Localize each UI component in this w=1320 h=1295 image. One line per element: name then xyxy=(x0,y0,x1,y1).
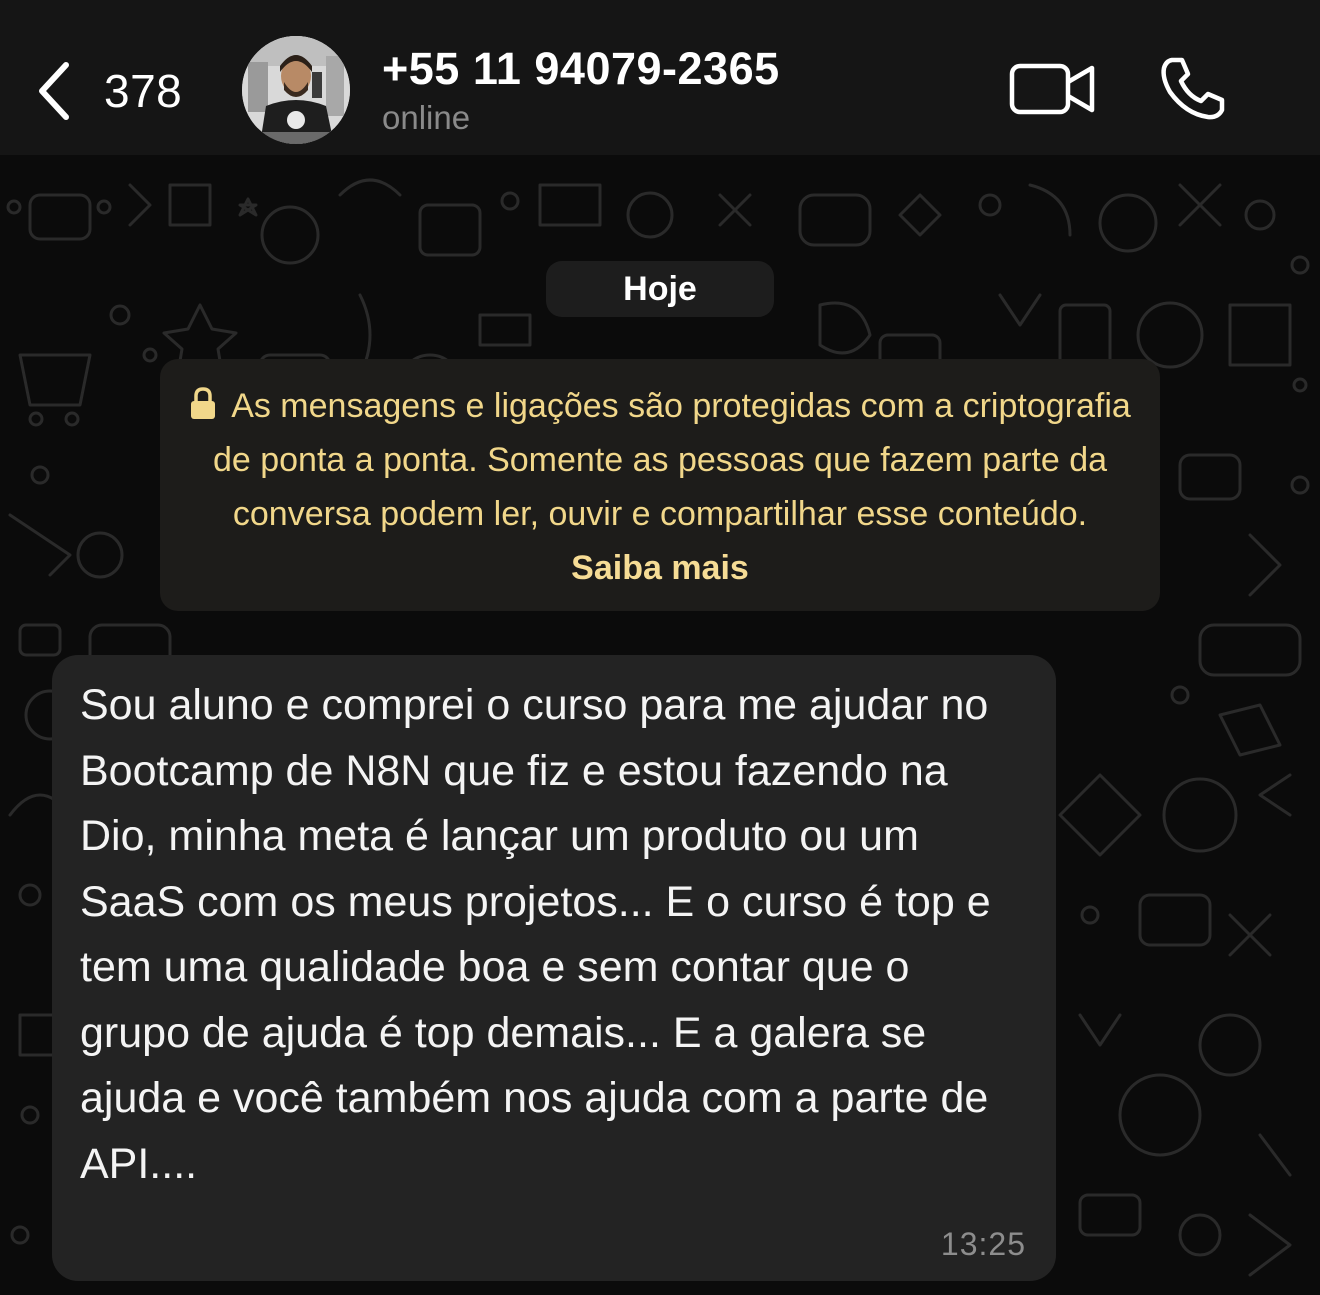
learn-more-link[interactable]: Saiba mais xyxy=(571,549,749,587)
video-call-button[interactable] xyxy=(1008,58,1096,118)
contact-status: online xyxy=(382,99,471,136)
video-camera-icon xyxy=(1009,63,1095,115)
unread-count: 378 xyxy=(104,65,183,117)
back-button[interactable]: 378 xyxy=(36,56,182,126)
lock-icon xyxy=(191,387,216,419)
contact-info[interactable]: +55 11 94079-2365 online xyxy=(382,40,780,138)
message-bubble-incoming[interactable]: Sou aluno e comprei o curso para me ajud… xyxy=(52,655,1056,1281)
encryption-notice-text: As mensagens e ligações são protegidas c… xyxy=(212,387,1131,533)
date-separator: Hoje xyxy=(546,261,774,317)
avatar[interactable] xyxy=(242,36,350,144)
chat-area[interactable]: Hoje As mensagens e ligações são protegi… xyxy=(0,155,1320,1295)
message-text: Sou aluno e comprei o curso para me ajud… xyxy=(80,681,991,1188)
chat-header: 378 +55 11 94079-2365 online xyxy=(0,0,1320,155)
voice-call-button[interactable] xyxy=(1158,54,1228,124)
message-timestamp: 13:25 xyxy=(940,1226,1026,1262)
contact-name: +55 11 94079-2365 xyxy=(382,43,780,94)
chevron-left-icon xyxy=(39,62,69,120)
phone-icon xyxy=(1161,57,1225,120)
encryption-notice[interactable]: As mensagens e ligações são protegidas c… xyxy=(160,359,1160,611)
